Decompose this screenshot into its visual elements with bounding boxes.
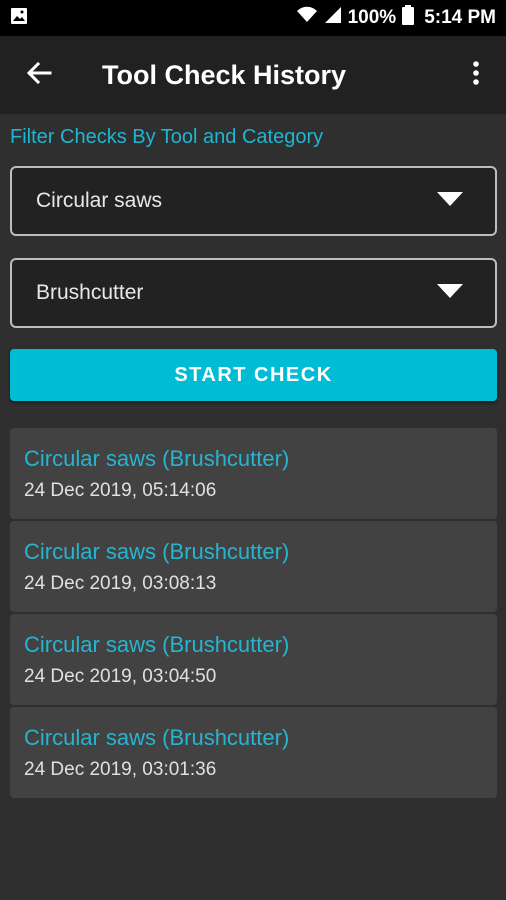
category-select[interactable]: Brushcutter <box>10 258 497 328</box>
overflow-menu-button[interactable] <box>446 36 506 114</box>
history-item[interactable]: Circular saws (Brushcutter) 24 Dec 2019,… <box>10 428 497 519</box>
history-list: Circular saws (Brushcutter) 24 Dec 2019,… <box>10 428 497 800</box>
status-time: 5:14 PM <box>424 7 496 28</box>
battery-percent: 100% <box>347 7 397 28</box>
more-vert-icon <box>472 60 480 91</box>
start-check-button[interactable]: START CHECK <box>10 349 497 401</box>
history-item-date: 24 Dec 2019, 03:08:13 <box>24 573 217 594</box>
history-item-title: Circular saws (Brushcutter) <box>24 632 290 657</box>
tool-select[interactable]: Circular saws <box>10 166 497 236</box>
filter-label: Filter Checks By Tool and Category <box>10 126 324 148</box>
arrow-back-icon <box>26 60 52 91</box>
history-item[interactable]: Circular saws (Brushcutter) 24 Dec 2019,… <box>10 521 497 612</box>
tool-select-value: Circular saws <box>36 189 163 212</box>
history-item-date: 24 Dec 2019, 05:14:06 <box>24 480 217 501</box>
category-select-value: Brushcutter <box>36 281 144 304</box>
page-title: Tool Check History <box>102 59 347 90</box>
signal-icon <box>324 6 342 30</box>
status-bar: 100% 5:14 PM <box>0 0 506 36</box>
history-item-title: Circular saws (Brushcutter) <box>24 446 290 471</box>
history-item-title: Circular saws (Brushcutter) <box>24 725 290 750</box>
battery-icon <box>402 5 415 31</box>
gallery-icon <box>10 7 28 30</box>
history-item-date: 24 Dec 2019, 03:01:36 <box>24 759 217 780</box>
history-item-date: 24 Dec 2019, 03:04:50 <box>24 666 217 687</box>
app-bar: Tool Check History <box>0 36 506 114</box>
history-item-title: Circular saws (Brushcutter) <box>24 539 290 564</box>
dropdown-arrow-icon <box>437 191 463 211</box>
history-item[interactable]: Circular saws (Brushcutter) 24 Dec 2019,… <box>10 707 497 798</box>
dropdown-arrow-icon <box>437 283 463 303</box>
wifi-icon <box>296 6 318 30</box>
history-item[interactable]: Circular saws (Brushcutter) 24 Dec 2019,… <box>10 614 497 705</box>
back-button[interactable] <box>0 36 78 114</box>
